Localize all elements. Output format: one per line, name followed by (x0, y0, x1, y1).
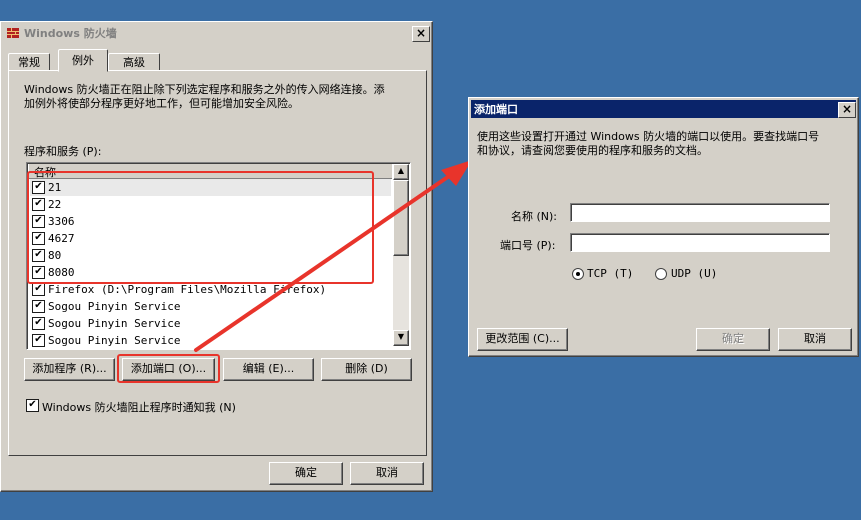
scroll-thumb[interactable] (393, 180, 409, 256)
firewall-close-button[interactable]: × (412, 26, 430, 42)
firewall-ok-button[interactable]: 确定 (269, 462, 343, 485)
list-item-checkbox[interactable]: ✔ (32, 283, 45, 296)
list-item[interactable]: ✔ Sogou Pinyin Service (30, 298, 391, 315)
list-item-label: Sogou Pinyin Service (48, 334, 181, 347)
list-item-label: Sogou Pinyin Service (48, 317, 181, 330)
checkmark-icon: ✔ (28, 399, 37, 410)
change-scope-button[interactable]: 更改范围 (C)... (477, 328, 568, 351)
checkmark-icon: ✔ (34, 283, 43, 294)
list-item-label: Firefox (D:\Program Files\Mozilla Firefo… (48, 283, 327, 296)
arrow-down-icon: ▼ (397, 332, 405, 341)
scroll-up-button[interactable]: ▲ (393, 164, 409, 180)
add-port-titlebar[interactable]: 添加端口 (471, 100, 856, 118)
scroll-down-button[interactable]: ▼ (393, 330, 409, 346)
name-field[interactable] (570, 203, 830, 222)
add-program-button[interactable]: 添加程序 (R)... (24, 358, 115, 381)
add-port-cancel-label: 取消 (804, 332, 826, 345)
notify-label[interactable]: Windows 防火墙阻止程序时通知我 (N) (42, 399, 236, 415)
close-icon: × (841, 102, 853, 116)
firewall-icon (7, 28, 19, 38)
firewall-cancel-label: 取消 (376, 466, 398, 479)
tab-general-label: 常规 (18, 56, 40, 69)
firewall-ok-label: 确定 (295, 466, 317, 479)
desktop-edge (431, 510, 861, 520)
close-icon: × (415, 26, 427, 40)
programs-list-label: 程序和服务 (P): (24, 145, 102, 158)
add-port-description-line-2: 和协议，请查阅您要使用的程序和服务的文档。 (477, 144, 708, 157)
delete-label: 删除 (D) (345, 362, 388, 375)
radio-selected-dot (576, 272, 580, 276)
tab-exceptions-label: 例外 (72, 54, 94, 67)
firewall-cancel-button[interactable]: 取消 (350, 462, 424, 485)
tcp-radio[interactable] (572, 268, 584, 280)
port-field-label: 端口号 (P): (500, 239, 556, 252)
port-field[interactable] (570, 233, 830, 252)
tab-advanced-label: 高级 (123, 56, 145, 69)
highlight-add-port-button (117, 354, 220, 383)
list-item-label: Sogou Pinyin Service (48, 300, 181, 313)
highlight-port-items (27, 171, 374, 284)
list-item-checkbox[interactable]: ✔ (32, 334, 45, 347)
delete-button[interactable]: 删除 (D) (321, 358, 412, 381)
udp-radio[interactable] (655, 268, 667, 280)
tab-general[interactable]: 常规 (8, 53, 50, 71)
list-item[interactable]: ✔ Sogou Pinyin Service (30, 332, 391, 347)
edit-button[interactable]: 编辑 (E)... (223, 358, 314, 381)
name-field-label: 名称 (N): (511, 210, 558, 223)
list-scrollbar[interactable]: ▲ ▼ (393, 164, 409, 346)
tab-advanced[interactable]: 高级 (108, 53, 160, 71)
add-port-title: 添加端口 (474, 103, 518, 116)
edit-label: 编辑 (E)... (242, 362, 295, 375)
list-item-checkbox[interactable]: ✔ (32, 317, 45, 330)
checkmark-icon: ✔ (34, 334, 43, 345)
add-program-label: 添加程序 (R)... (32, 362, 107, 375)
add-port-ok-button[interactable]: 确定 (696, 328, 770, 351)
list-item[interactable]: ✔ Sogou Pinyin Service (30, 315, 391, 332)
firewall-title: Windows 防火墙 (24, 27, 117, 40)
arrow-up-icon: ▲ (397, 166, 405, 175)
add-port-cancel-button[interactable]: 取消 (778, 328, 852, 351)
add-port-dialog: 添加端口 × 使用这些设置打开通过 Windows 防火墙的端口以使用。要查找端… (468, 97, 859, 357)
tab-exceptions[interactable]: 例外 (58, 49, 108, 72)
firewall-titlebar[interactable]: Windows 防火墙 (3, 24, 430, 42)
checkmark-icon: ✔ (34, 317, 43, 328)
add-port-ok-label: 确定 (722, 332, 744, 345)
list-item-checkbox[interactable]: ✔ (32, 300, 45, 313)
change-scope-label: 更改范围 (C)... (485, 332, 560, 345)
notify-checkbox[interactable]: ✔ (26, 399, 39, 412)
checkmark-icon: ✔ (34, 300, 43, 311)
description-line-2: 加例外将使部分程序更好地工作，但可能增加安全风险。 (24, 97, 299, 110)
udp-label[interactable]: UDP (U) (671, 267, 717, 280)
tcp-label[interactable]: TCP (T) (587, 267, 633, 280)
add-port-close-button[interactable]: × (838, 102, 856, 118)
